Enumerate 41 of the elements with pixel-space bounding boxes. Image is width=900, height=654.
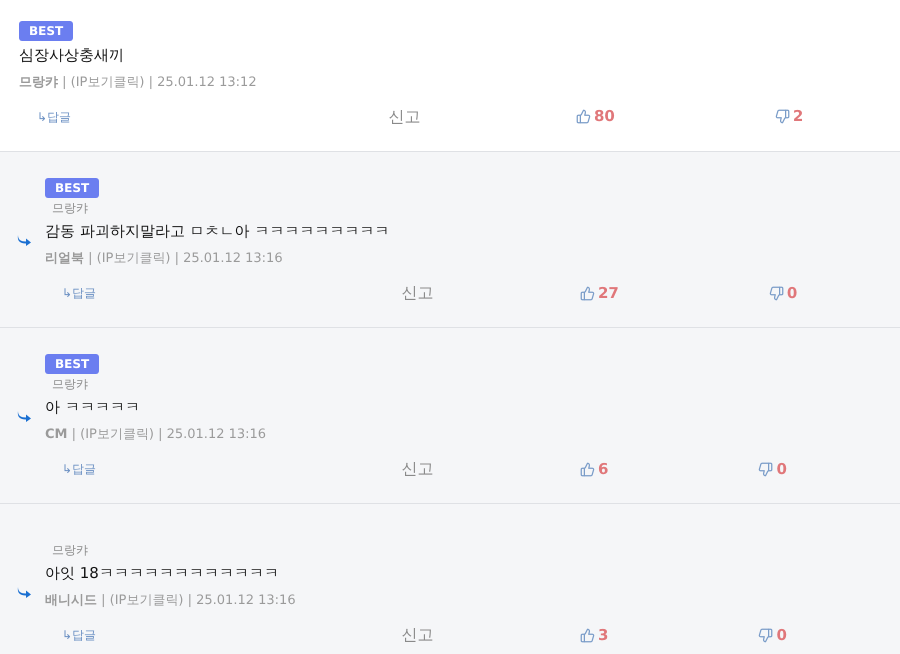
reply-arrow-icon: [16, 234, 32, 246]
mention-name: 므랑캬: [51, 376, 88, 393]
thumbs-up-icon: [580, 462, 595, 476]
report-link[interactable]: 신고: [367, 104, 442, 128]
like-button[interactable]: 6: [580, 458, 608, 480]
reply-link[interactable]: ↳답글: [62, 460, 380, 478]
thumbs-up-icon: [576, 109, 591, 124]
comment-text: 심장사상충새끼: [19, 44, 124, 66]
thumbs-down-icon: [758, 462, 774, 476]
dislike-button[interactable]: 0: [758, 624, 787, 646]
best-badge: BEST: [45, 178, 100, 198]
best-badge: BEST: [45, 354, 100, 374]
mention-name: 므랑캬: [51, 542, 88, 559]
reply-arrow-icon: [16, 586, 32, 598]
report-link[interactable]: 신고: [380, 281, 455, 305]
comment-meta: 므랑캬 | (IP보기클릭) | 25.01.12 13:12: [19, 74, 257, 92]
best-badge: BEST: [19, 20, 74, 40]
thumbs-up-icon: [580, 628, 595, 642]
thumbs-down-icon: [774, 109, 790, 124]
report-link[interactable]: 신고: [380, 457, 455, 481]
comment-meta: CM | (IP보기클릭) | 25.01.12 13:16: [45, 426, 266, 444]
comment-text: 아 ㅋㅋㅋㅋㅋ: [45, 397, 140, 418]
mention-name: 므랑캬: [51, 200, 88, 217]
thumbs-up-icon: [580, 286, 595, 300]
report-link[interactable]: 신고: [380, 623, 455, 647]
like-button[interactable]: 27: [580, 282, 619, 304]
reply-link[interactable]: ↳답글: [62, 284, 380, 302]
dislike-button[interactable]: 0: [768, 282, 798, 304]
thumbs-down-icon: [768, 286, 784, 300]
thumbs-down-icon: [758, 628, 774, 642]
like-button[interactable]: 3: [580, 624, 608, 646]
like-button[interactable]: 80: [576, 105, 615, 128]
comment-text: 감동 파괴하지말라고 ㅁㅊㄴ아 ㅋㅋㅋㅋㅋㅋㅋㅋㅋ: [45, 221, 390, 242]
reply-arrow-icon: [16, 410, 32, 422]
dislike-button[interactable]: 0: [758, 458, 787, 480]
comment-meta: 배니시드 | (IP보기클릭) | 25.01.12 13:16: [45, 592, 296, 610]
reply-link[interactable]: ↳답글: [62, 626, 380, 644]
dislike-button[interactable]: 2: [774, 105, 804, 128]
reply-link[interactable]: ↳답글: [37, 108, 367, 126]
comment-text: 아잇 18ㅋㅋㅋㅋㅋㅋㅋㅋㅋㅋㅋㅋ: [45, 563, 279, 584]
comment-meta: 리얼북 | (IP보기클릭) | 25.01.12 13:16: [45, 250, 283, 268]
